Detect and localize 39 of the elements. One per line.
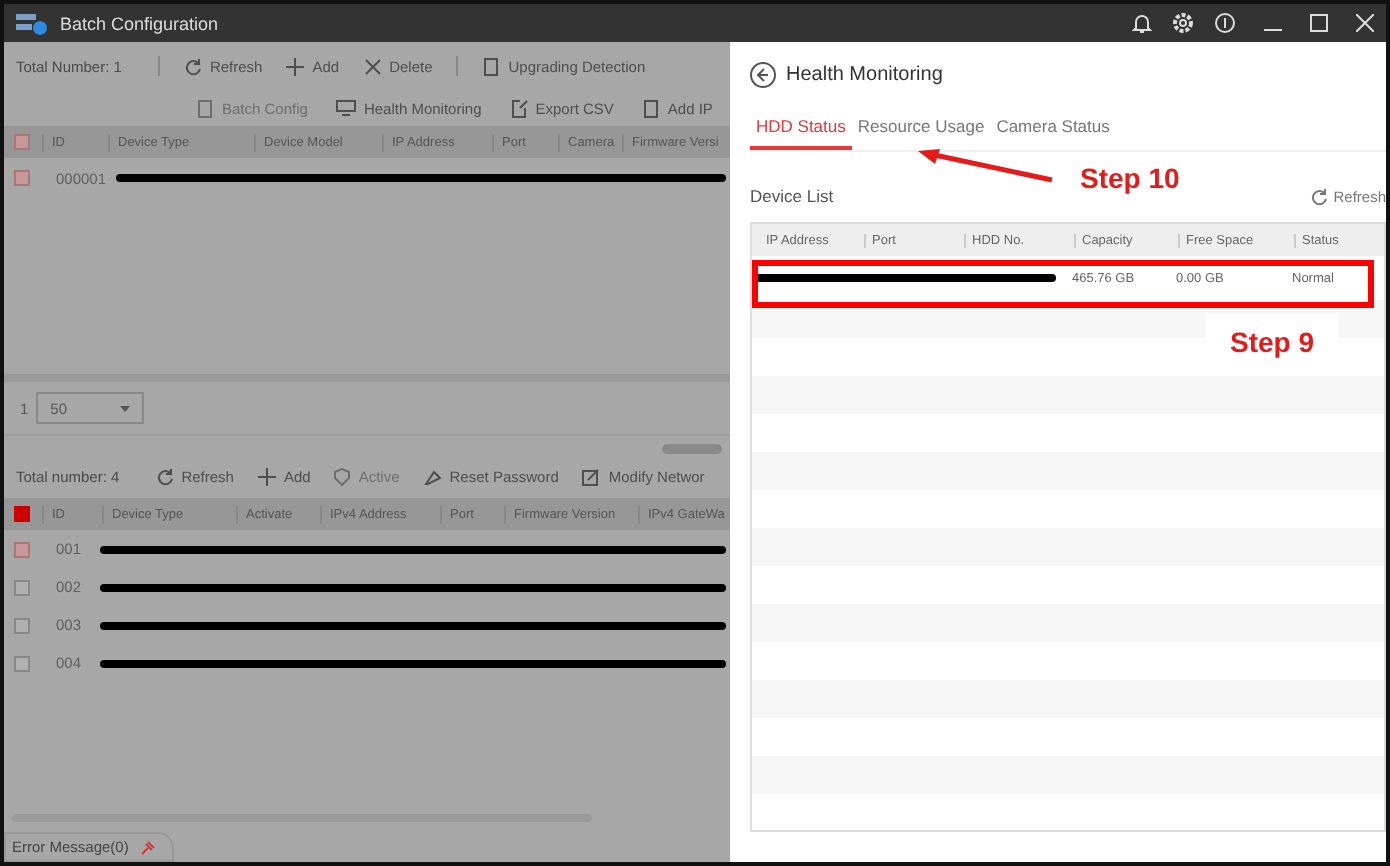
row-checkbox[interactable] [14, 170, 30, 186]
annotation-label: Step 10 [1080, 162, 1180, 194]
pen-icon [423, 467, 442, 485]
pin-icon [140, 839, 157, 855]
panel-title: Health Monitoring [786, 64, 943, 86]
refresh-icon [1309, 187, 1328, 205]
maximize-icon[interactable] [1310, 14, 1328, 32]
close-icon[interactable] [1356, 14, 1374, 32]
select-all-checkbox[interactable] [14, 134, 30, 150]
caret-icon [120, 405, 131, 411]
settings-icon[interactable] [1172, 12, 1194, 34]
select-all-checkbox[interactable] [14, 506, 30, 522]
section-title: Device List [750, 186, 834, 206]
monitor-icon [335, 100, 356, 116]
refresh-icon [183, 57, 202, 75]
edit-icon [582, 467, 601, 485]
tab[interactable]: HDD Status [750, 112, 852, 150]
shield-icon [334, 467, 351, 485]
row-checkbox[interactable] [14, 541, 30, 557]
document-icon [196, 99, 214, 117]
annotation-arrow [918, 148, 1054, 184]
tab[interactable]: Camera Status [990, 112, 1116, 150]
info-icon[interactable] [1214, 12, 1236, 34]
row-checkbox[interactable] [14, 579, 30, 595]
document-icon [482, 57, 501, 75]
row-checkbox[interactable] [14, 617, 30, 633]
document-icon [641, 99, 660, 117]
collapse-handle[interactable] [662, 444, 722, 454]
refresh-icon [155, 467, 174, 485]
window-title: Batch Configuration [60, 13, 219, 33]
plus-icon [286, 57, 305, 75]
plus-icon [257, 467, 276, 485]
tab[interactable]: Resource Usage [851, 112, 991, 150]
cross-icon [363, 57, 382, 75]
row-checkbox[interactable] [14, 655, 30, 671]
back-icon[interactable] [750, 62, 776, 88]
bell-icon[interactable] [1132, 12, 1152, 34]
app-icon [16, 11, 48, 35]
export-icon [509, 99, 528, 117]
